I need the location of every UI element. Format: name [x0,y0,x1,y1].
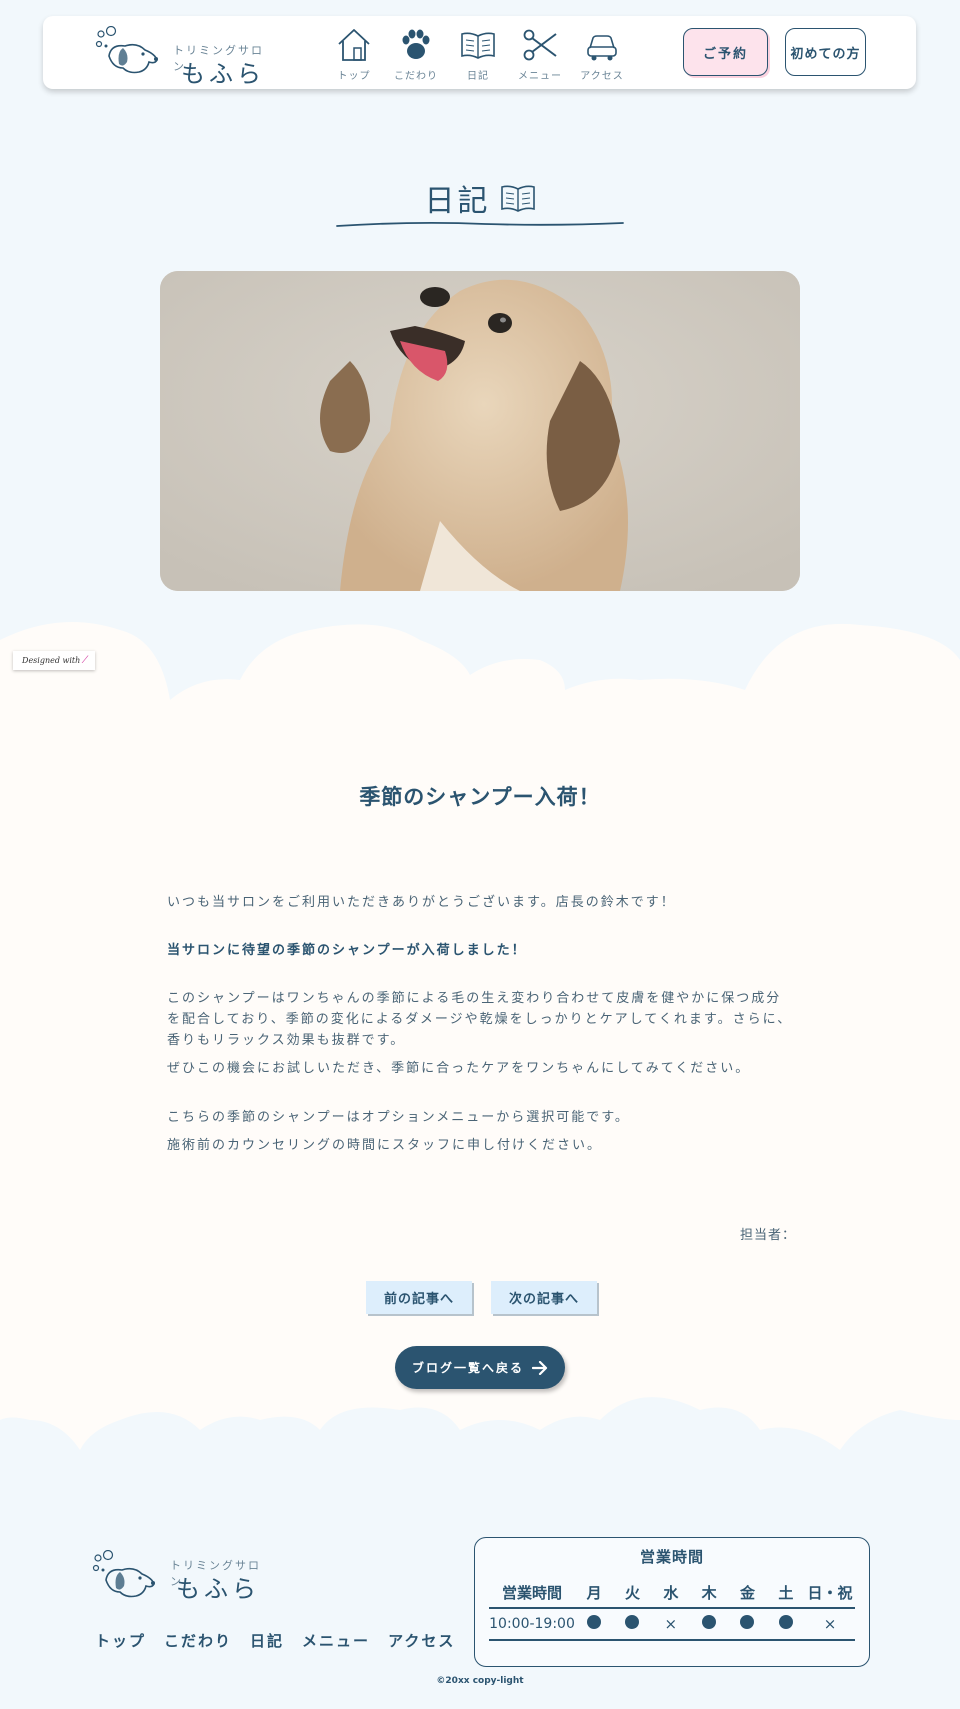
back-to-blog-list-button[interactable]: ブログ一覧へ戻る [395,1346,565,1389]
arrow-right-icon [532,1360,548,1375]
table-header-cell: 土 [766,1578,805,1609]
page-title-text: 日記 [424,184,491,219]
footer-nav-top[interactable]: トップ [95,1630,146,1651]
reserve-button[interactable]: ご予約 [683,28,768,76]
hero-dog-photo [160,271,800,591]
paw-icon [402,29,430,59]
back-button-label: ブログ一覧へ戻る [411,1361,524,1375]
table-header-row: 営業時間 月 火 水 木 金 土 日・祝 [489,1578,855,1609]
nav-label-menu: メニュー [518,71,562,82]
day-status-cell [728,1608,767,1641]
open-dot-icon [740,1615,755,1629]
article-title: 季節のシャンプー入荷！ [359,785,601,809]
footer-nav-kodawari[interactable]: こだわり [164,1630,232,1651]
main-nav: トップ こだわり 日記 メニュー アクセス [323,26,633,82]
day-status-cell [689,1608,729,1641]
day-status-cell [766,1608,805,1641]
table-header-cell: 月 [575,1578,614,1609]
article-paragraph: こちらの季節のシャンプーはオプションメニューから選択可能です。 [167,1110,630,1125]
nav-label-access: アクセス [580,71,624,82]
site-logo[interactable]: トリミングサロン もふら [93,26,273,88]
table-header-cell: 火 [613,1578,652,1609]
footer-nav-access[interactable]: アクセス [388,1630,455,1651]
footer-nav-diary[interactable]: 日記 [250,1630,284,1651]
logo-title: もふら [181,60,265,88]
book-icon [500,185,535,212]
nav-item-kodawari[interactable]: こだわり [385,26,447,82]
dog-photo-image [160,271,800,591]
dog-logo-icon [92,1550,155,1598]
open-dot-icon [625,1615,640,1629]
article-paragraph: いつも当サロンをご利用いただきありがとうございます。店長の鈴木です！ [167,895,676,910]
table-header-cell: 水 [651,1578,690,1609]
day-status-cell: × [805,1608,855,1641]
nav-item-top[interactable]: トップ [323,26,385,82]
hours-time-cell: 10:00-19:00 [489,1608,575,1641]
nav-label-diary: 日記 [467,71,489,82]
table-header-cell: 木 [689,1578,729,1609]
book-icon [461,32,495,59]
closed-mark: × [823,1615,837,1633]
nav-item-access[interactable]: アクセス [571,26,633,82]
copyright: ©20xx copy-light [436,1676,524,1686]
car-icon [587,35,617,61]
first-visit-button[interactable]: 初めての方 [785,28,866,76]
dog-logo-icon [95,26,158,74]
closed-mark: × [664,1615,678,1633]
nav-item-diary[interactable]: 日記 [447,26,509,82]
scissors-icon [523,29,557,61]
day-status-cell [613,1608,652,1641]
table-header-cell: 日・祝 [805,1578,855,1609]
designed-with-text: Designed with [22,656,81,665]
footer-nav-menu[interactable]: メニュー [302,1630,370,1651]
article-paragraph: 施術前のカウンセリングの時間にスタッフに申し付けください。 [167,1138,603,1153]
day-status-cell [575,1608,614,1641]
author-label: 担当者： [740,1228,797,1243]
designed-with-badge[interactable]: Designed with ⁄ [13,651,95,670]
table-row: 10:00-19:00 × × [489,1608,855,1641]
footer-logo[interactable]: トリミングサロン もふら [90,1550,270,1606]
open-dot-icon [702,1615,717,1629]
house-icon [338,29,370,61]
business-hours-box: 営業時間 営業時間 月 火 水 木 金 土 日・祝 10:00-19:00 × … [474,1537,870,1667]
day-status-cell: × [651,1608,690,1641]
article-paragraph: ぜひこの機会にお試しいただき、季節に合ったケアをワンちゃんにしてみてください。 [167,1061,751,1076]
nav-item-menu[interactable]: メニュー [509,26,571,82]
business-hours-table: 営業時間 月 火 水 木 金 土 日・祝 10:00-19:00 × × [489,1578,855,1641]
site-header: トリミングサロン もふら トップ こだわり 日記 メニュー アクセス ご予約 初… [43,16,916,89]
nav-label-kodawari: こだわり [394,71,438,82]
page-title: 日記 [0,176,960,220]
next-article-button[interactable]: 次の記事へ [491,1281,597,1314]
article-paragraph: このシャンプーはワンちゃんの季節による毛の生え変わり合わせて皮膚を健やかに保つ成… [167,991,793,1048]
open-dot-icon [778,1615,793,1629]
pen-icon: ⁄ [84,655,86,666]
article-paragraph-bold: 当サロンに待望の季節のシャンプーが入荷しました！ [167,943,527,958]
prev-article-button[interactable]: 前の記事へ [366,1281,472,1314]
table-header-cell: 営業時間 [489,1578,575,1609]
table-header-cell: 金 [728,1578,767,1609]
business-hours-title: 営業時間 [639,1548,704,1566]
title-underline [336,221,624,227]
footer-nav: トップ こだわり 日記 メニュー アクセス [95,1630,455,1651]
open-dot-icon [587,1615,602,1629]
footer-logo-title: もふら [176,1575,260,1603]
nav-label-top: トップ [337,71,371,82]
